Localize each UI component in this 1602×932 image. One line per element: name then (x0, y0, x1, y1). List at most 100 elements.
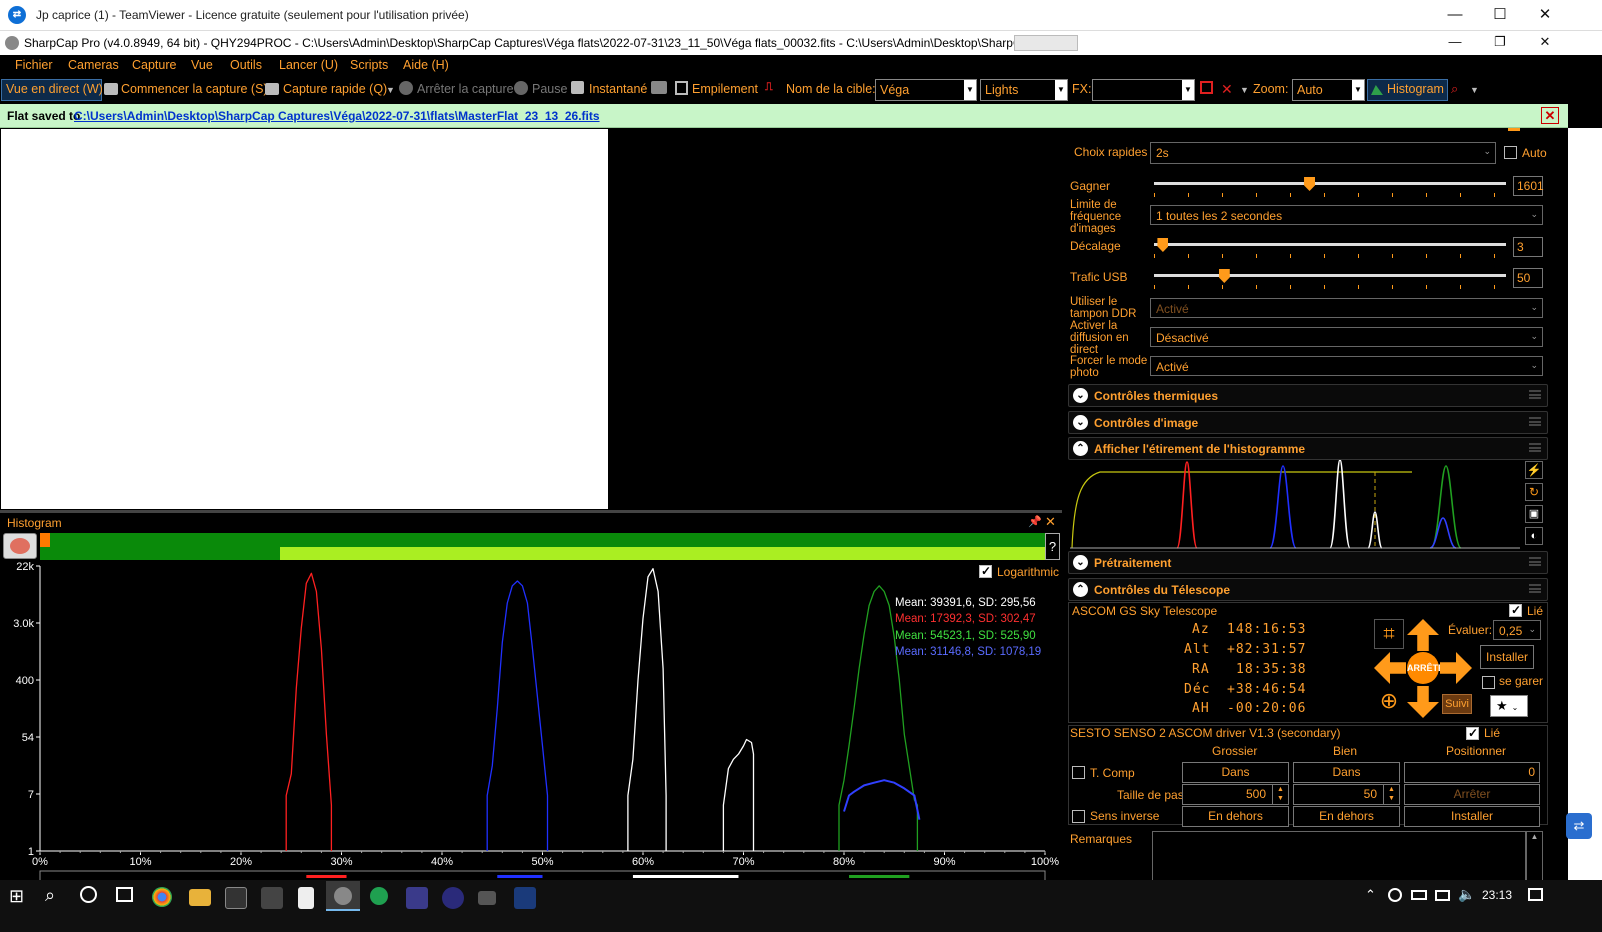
app-restore-button[interactable]: ❐ (1477, 31, 1523, 55)
force-photo-mode-select[interactable]: Activé ⌄ (1150, 356, 1543, 376)
offset-slider[interactable] (1154, 238, 1506, 258)
crop-icon[interactable] (1200, 81, 1213, 94)
app-icon-5[interactable] (478, 891, 496, 905)
tray-icon-1[interactable] (1388, 888, 1402, 902)
file-explorer-icon[interactable] (189, 889, 211, 906)
close-button[interactable]: ✕ (1522, 0, 1568, 31)
usb-traffic-slider[interactable] (1154, 269, 1506, 289)
frame-type-select[interactable]: Lights ▼ (980, 79, 1068, 101)
notification-close-button[interactable]: ✕ (1541, 107, 1559, 124)
app-icon-6[interactable] (514, 887, 536, 909)
stop-mount-button[interactable]: ARRÊTE (1407, 652, 1444, 684)
usb-traffic-value-input[interactable]: 50 (1513, 268, 1543, 288)
minimize-button[interactable]: — (1432, 0, 1478, 31)
histogram-help-button[interactable]: ? (1045, 533, 1060, 560)
app-icon-4[interactable] (406, 887, 428, 909)
section-preprocessing[interactable]: ⌄ Prétraitement (1068, 551, 1548, 574)
save-icon[interactable]: ▣ (1525, 505, 1543, 523)
drag-handle-icon[interactable] (1529, 443, 1541, 452)
section-image-controls[interactable]: ⌄ Contrôles d'image (1068, 411, 1548, 434)
network-icon[interactable] (1435, 890, 1450, 901)
stacking-button[interactable]: Empilement (692, 82, 758, 96)
crosshair-icon[interactable]: ✕ (1221, 82, 1237, 98)
remarks-textarea[interactable] (1152, 831, 1526, 883)
stretch-histogram-mini[interactable] (1070, 460, 1520, 550)
notification-path-link[interactable]: C:\Users\Admin\Desktop\SharpCap Captures… (74, 109, 600, 123)
section-histogram-stretch[interactable]: ⌃ Afficher l'étirement de l'histogramme (1068, 437, 1548, 460)
start-capture-button[interactable]: Commencer la capture (S) (121, 82, 268, 96)
rate-select[interactable]: 0,25 ⌄ (1493, 620, 1541, 640)
menu-cameras[interactable]: Cameras (68, 58, 119, 72)
quick-capture-dropdown-icon[interactable]: ▼ (386, 85, 395, 95)
fine-in-button[interactable]: Dans (1293, 762, 1400, 783)
menu-vue[interactable]: Vue (191, 58, 213, 72)
pin-icon[interactable]: 📌 (1028, 515, 1042, 528)
windows-start-icon[interactable]: ⊞ (9, 886, 24, 907)
menu-capture[interactable]: Capture (132, 58, 176, 72)
snapshot-button[interactable]: Instantané (589, 82, 647, 96)
gain-slider[interactable] (1154, 177, 1506, 197)
clock[interactable]: 23:13 (1482, 888, 1512, 902)
notifications-icon[interactable] (1528, 888, 1543, 901)
drag-handle-icon[interactable] (1529, 417, 1541, 426)
target-name-input[interactable]: Véga ▼ (875, 79, 977, 101)
crosshair-target-icon[interactable]: ⊕ (1374, 686, 1404, 716)
offset-value-input[interactable]: 3 (1513, 237, 1543, 257)
position-input[interactable]: 0 (1404, 762, 1540, 783)
stop-capture-button[interactable]: Arrêter la capture (417, 82, 514, 96)
logarithmic-checkbox[interactable] (979, 564, 992, 578)
stretch-bar-top[interactable] (40, 533, 1045, 547)
app-icon-3[interactable] (370, 887, 388, 905)
offset-slider-thumb[interactable] (1157, 238, 1169, 252)
coarse-out-button[interactable]: En dehors (1182, 806, 1289, 827)
usb-traffic-slider-thumb[interactable] (1218, 269, 1230, 283)
park-checkbox[interactable] (1482, 676, 1495, 689)
close-panel-icon[interactable]: ✕ (1045, 514, 1056, 530)
remarks-scrollbar[interactable]: ▲ (1526, 831, 1543, 883)
frame-rate-limit-select[interactable]: 1 toutes les 2 secondes ⌄ (1150, 205, 1543, 225)
zoom-select[interactable]: Auto ▼ (1292, 79, 1365, 101)
focuser-install-button[interactable]: Installer (1404, 806, 1540, 827)
menu-fichier[interactable]: Fichier (15, 58, 53, 72)
app-icon-2[interactable] (261, 887, 283, 909)
teamviewer-remote-toolbar[interactable] (1014, 35, 1078, 51)
gain-slider-thumb[interactable] (1304, 177, 1316, 191)
monitor-icon[interactable] (651, 81, 667, 94)
teamviewer-chat-icon[interactable]: ⇄ (1566, 813, 1592, 839)
telescope-install-button[interactable]: Installer (1480, 645, 1534, 669)
menu-outils[interactable]: Outils (230, 58, 262, 72)
focuser-linked-checkbox[interactable] (1466, 726, 1479, 740)
volume-icon[interactable]: 🔈 (1458, 886, 1475, 903)
splitter[interactable] (0, 510, 1062, 513)
reverse-checkbox[interactable] (1072, 810, 1085, 823)
coarse-step-spinner-icon[interactable]: ▲ ▼ (1272, 785, 1288, 804)
reset-icon[interactable]: ↻ (1525, 483, 1543, 501)
auto-exposure-checkbox[interactable] (1504, 146, 1517, 159)
stretch-black-point-handle[interactable] (40, 533, 50, 547)
menu-scripts[interactable]: Scripts (350, 58, 388, 72)
camera-preview-image[interactable] (1, 129, 608, 509)
annotate-icon[interactable]: ⌕ (1451, 81, 1467, 97)
fx-select[interactable]: ▼ (1092, 79, 1195, 101)
stretch-range-bar[interactable] (280, 547, 1045, 560)
stellarium-icon[interactable] (442, 887, 464, 909)
tracking-button[interactable]: Suivi (1442, 694, 1472, 714)
cortana-icon[interactable] (80, 886, 97, 903)
crosshair-dropdown-icon[interactable]: ▼ (1240, 85, 1249, 95)
chrome-icon[interactable] (152, 887, 172, 907)
quick-choice-select[interactable]: 2s ⌄ (1150, 142, 1496, 164)
app-icon-1[interactable] (225, 887, 247, 909)
drag-handle-icon[interactable] (1529, 390, 1541, 399)
ddr-buffer-select[interactable]: Activé ⌄ (1150, 298, 1543, 318)
auto-stretch-icon[interactable]: ⚡ (1525, 461, 1543, 479)
fine-out-button[interactable]: En dehors (1293, 806, 1400, 827)
menu-lancer[interactable]: Lancer (U) (279, 58, 338, 72)
section-telescope-controls[interactable]: ⌃ Contrôles du Télescope (1068, 578, 1548, 601)
menu-aide[interactable]: Aide (H) (403, 58, 449, 72)
section-thermal-controls[interactable]: ⌄ Contrôles thermiques (1068, 384, 1548, 407)
drag-handle-icon[interactable] (1529, 584, 1541, 593)
search-icon[interactable]: ⌕ (45, 885, 55, 906)
app-close-button[interactable]: ✕ (1522, 31, 1568, 55)
contrast-icon[interactable]: ◐ (1525, 527, 1543, 545)
quick-capture-button[interactable]: Capture rapide (Q) (283, 82, 387, 96)
